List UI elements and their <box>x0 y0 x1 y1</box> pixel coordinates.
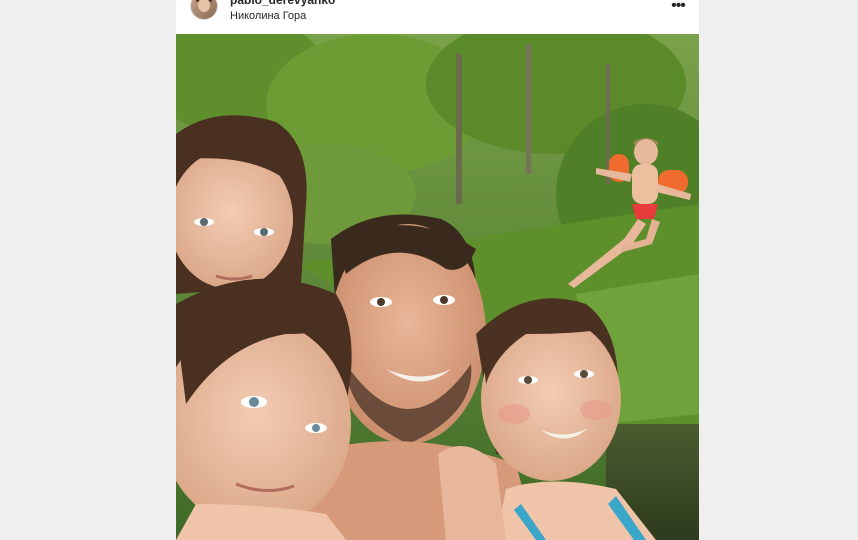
photo-illustration <box>176 34 699 540</box>
username-link[interactable]: pablo_derevyanko <box>230 0 335 7</box>
person-woman <box>176 115 307 294</box>
avatar[interactable] <box>190 0 218 20</box>
instagram-post: pablo_derevyanko Николина Гора ••• <box>176 0 699 540</box>
post-header: pablo_derevyanko Николина Гора ••• <box>176 0 699 34</box>
post-photo[interactable] <box>176 34 699 540</box>
tree-trunk <box>456 54 462 204</box>
page: pablo_derevyanko Николина Гора ••• <box>0 0 858 540</box>
avatar-face <box>198 0 210 12</box>
tree-trunk <box>526 44 531 174</box>
more-options-button[interactable]: ••• <box>668 0 688 16</box>
location-link[interactable]: Николина Гора <box>230 10 306 22</box>
